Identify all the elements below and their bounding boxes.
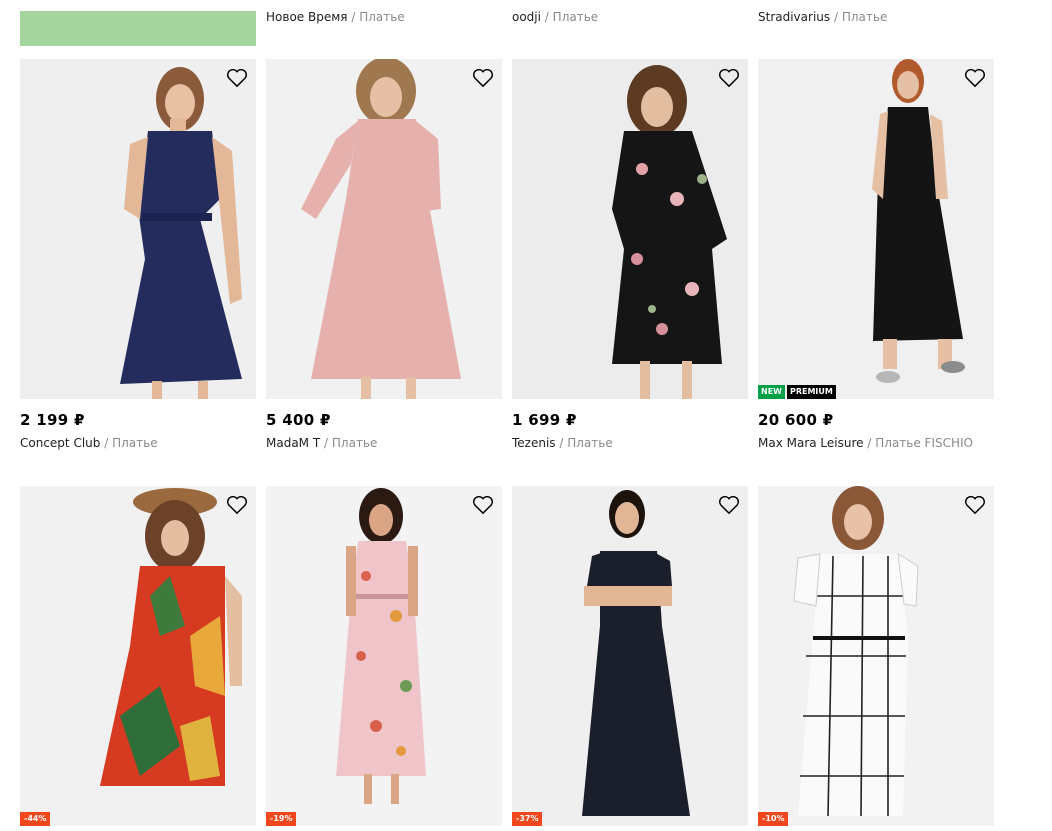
product-meta[interactable]: Max Mara Leisure / Платье FISCHIO [758, 436, 994, 450]
product-card[interactable]: -19% [266, 486, 502, 826]
product-card[interactable]: 1 699 ₽ Tezenis / Платье [512, 59, 748, 450]
product-meta[interactable]: Stradivarius / Платье [758, 10, 887, 24]
badge-group: NEW PREMIUM [758, 385, 836, 399]
new-badge: NEW [758, 385, 785, 399]
red-tropical-dress-image [100, 488, 242, 786]
brand-name: Concept Club [20, 436, 101, 450]
heart-icon[interactable] [718, 68, 740, 88]
heart-icon[interactable] [964, 68, 986, 88]
separator: / [833, 10, 839, 24]
heart-icon[interactable] [964, 495, 986, 515]
navy-dress-image [120, 67, 242, 399]
product-image[interactable] [20, 59, 256, 399]
separator: / [544, 10, 549, 24]
product-card[interactable]: -44% [20, 486, 256, 826]
discount-badge: -10% [758, 812, 789, 826]
pink-dress-image [301, 59, 461, 399]
brand-name: Max Mara Leisure [758, 436, 864, 450]
product-meta[interactable]: Tezenis / Платье [512, 436, 748, 450]
discount-badge: -19% [266, 812, 297, 826]
product-meta[interactable]: Concept Club / Платье [20, 436, 256, 450]
heart-icon[interactable] [718, 495, 740, 515]
white-check-shirt-dress-image [793, 486, 919, 817]
brand-name: Stradivarius [758, 10, 831, 24]
brand-name: MadaM T [266, 436, 321, 450]
catalog-page: Новое Время / Платье oodji / Платье Stra… [0, 0, 1052, 831]
product-meta[interactable]: MadaM T / Платье [266, 436, 502, 450]
product-card[interactable]: NEW PREMIUM 20 600 ₽ Max Mara Leisure / … [758, 59, 994, 450]
product-price: 2 199 ₽ [20, 411, 85, 429]
black-maxi-dress-image [872, 59, 965, 383]
product-image[interactable] [512, 59, 748, 399]
category-name: Платье [112, 436, 158, 450]
separator: / [867, 436, 872, 450]
product-price: 5 400 ₽ [266, 411, 331, 429]
separator: / [324, 436, 329, 450]
category-name: Платье [841, 10, 888, 24]
product-meta[interactable]: oodji / Платье [512, 10, 598, 24]
brand-name: Новое Время [266, 10, 348, 24]
premium-badge: PREMIUM [786, 385, 836, 399]
separator: / [351, 10, 356, 24]
black-floral-dress-image [612, 65, 727, 399]
product-price: 1 699 ₽ [512, 411, 577, 429]
separator: / [559, 436, 564, 450]
category-name: Платье [331, 436, 378, 450]
separator: / [104, 436, 109, 450]
category-name: Платье [359, 10, 405, 24]
product-image[interactable]: -10% [758, 486, 994, 826]
heart-icon[interactable] [472, 495, 494, 515]
product-card[interactable]: 2 199 ₽ Concept Club / Платье [20, 59, 256, 450]
discount-badge: -44% [20, 812, 51, 826]
product-card[interactable]: 5 400 ₽ MadaM T / Платье [266, 59, 502, 450]
banner-placeholder [20, 11, 256, 46]
category-name: Платье FISCHIO [875, 436, 974, 450]
heart-icon[interactable] [472, 68, 494, 88]
brand-name: Tezenis [512, 436, 556, 450]
heart-icon[interactable] [226, 495, 248, 515]
product-card[interactable]: -10% [758, 486, 994, 826]
product-image[interactable]: -37% [512, 486, 748, 826]
product-card[interactable]: -37% [512, 486, 748, 826]
pink-floral-maxi-dress-image [336, 488, 426, 804]
product-meta[interactable]: Новое Время / Платье [266, 10, 405, 24]
black-long-dress-image [582, 490, 690, 816]
brand-name: oodji [512, 10, 541, 24]
product-image[interactable] [266, 59, 502, 399]
product-image[interactable]: -44% [20, 486, 256, 826]
discount-badge: -37% [512, 812, 543, 826]
heart-icon[interactable] [226, 68, 248, 88]
category-name: Платье [567, 436, 613, 450]
top-product-row: Новое Время / Платье oodji / Платье Stra… [0, 0, 1052, 46]
product-image[interactable]: NEW PREMIUM [758, 59, 994, 399]
category-name: Платье [552, 10, 599, 24]
product-price: 20 600 ₽ [758, 411, 834, 429]
product-image[interactable]: -19% [266, 486, 502, 826]
